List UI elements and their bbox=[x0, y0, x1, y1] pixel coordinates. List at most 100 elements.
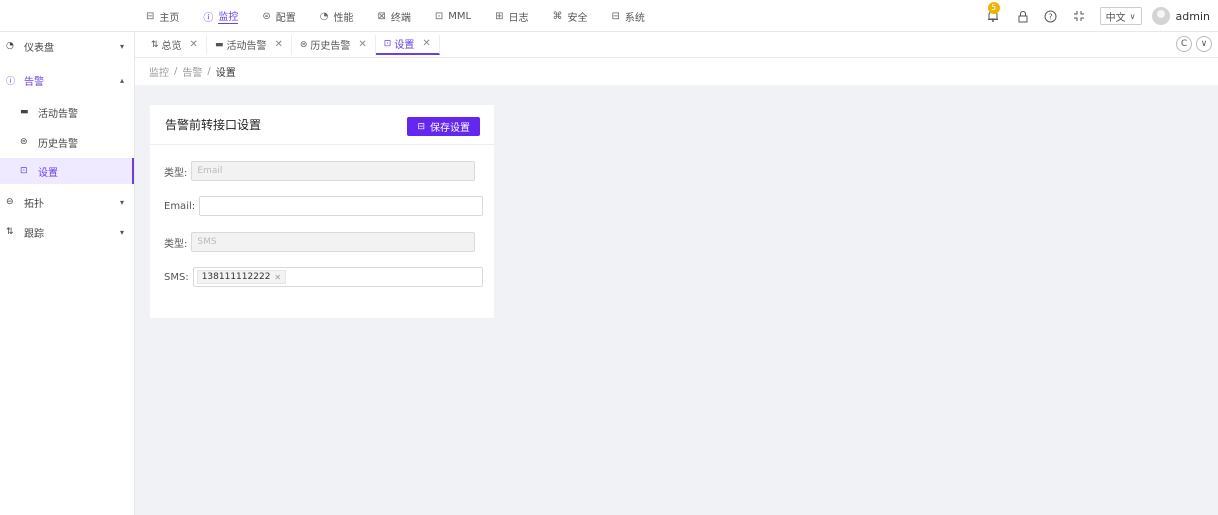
terminal-icon: ⊠ bbox=[377, 10, 386, 22]
sidebar-item-settings[interactable]: ⊡ 设置 bbox=[0, 158, 134, 184]
config-icon: ⊜ bbox=[262, 10, 271, 22]
tab-history-alarm[interactable]: ⊜ 历史告警 ✕ bbox=[292, 34, 376, 55]
nav-monitor-label: 监控 bbox=[218, 8, 239, 24]
save-icon: ⊟ bbox=[417, 121, 425, 132]
tab-active-alarm[interactable]: ▬ 活动告警 ✕ bbox=[207, 34, 292, 55]
security-icon: ⌘ bbox=[552, 10, 563, 22]
sidebar-item-label: 告警 bbox=[24, 76, 44, 88]
tab-tools: C ∨ bbox=[1172, 36, 1212, 52]
home-icon: ⊟ bbox=[146, 10, 155, 22]
top-bar: ⊟ 主页 ⓘ 监控 ⊜ 配置 ◔ 性能 ⊠ 终端 ⊡ MML ⊞ 日志 ⌘ 安全 bbox=[0, 0, 1218, 32]
sms-tag-input[interactable]: 138111112222 ✕ bbox=[192, 267, 483, 287]
breadcrumb-separator: / bbox=[207, 66, 211, 77]
close-icon[interactable]: ✕ bbox=[274, 273, 281, 282]
sidebar-item-label: 跟踪 bbox=[24, 228, 44, 240]
username[interactable]: admin bbox=[1176, 10, 1210, 23]
trace-icon: ⇅ bbox=[6, 227, 14, 237]
sidebar-item-alarm[interactable]: ⓘ 告警 ▴ bbox=[0, 70, 134, 90]
tab-label: 历史告警 bbox=[310, 41, 351, 52]
performance-icon: ◔ bbox=[319, 10, 329, 22]
sms-row: SMS: 138111112222 ✕ bbox=[164, 267, 483, 287]
nav-system-label: 系统 bbox=[624, 12, 645, 24]
language-value: 中文 bbox=[1105, 12, 1126, 24]
nav-monitor[interactable]: ⓘ 监控 bbox=[203, 0, 239, 32]
topology-icon: ⊖ bbox=[6, 197, 14, 207]
chevron-down-icon: ▾ bbox=[119, 197, 124, 207]
sidebar-item-dashboard[interactable]: ◔ 仪表盘 ▾ bbox=[0, 36, 134, 56]
sidebar-item-topology[interactable]: ⊖ 拓扑 ▾ bbox=[0, 192, 134, 212]
nav-mml-label: MML bbox=[448, 10, 472, 22]
tab-bar: ⇅ 总览 ✕ ▬ 活动告警 ✕ ⊜ 历史告警 ✕ ⊡ 设置 ✕ C ∨ bbox=[135, 32, 1218, 58]
type-label: 类型: bbox=[164, 167, 188, 179]
sms-tag-value: 138111112222 bbox=[201, 272, 271, 282]
notification-badge: 5 bbox=[987, 2, 1000, 14]
email-row: Email: bbox=[164, 196, 484, 216]
fullscreen-icon[interactable] bbox=[1072, 9, 1086, 23]
breadcrumb-item[interactable]: 监控 bbox=[149, 64, 169, 79]
sidebar-item-label: 历史告警 bbox=[38, 138, 78, 150]
main-content: 告警前转接口设置 ⊟ 保存设置 类型: Email: 类型: SMS: 1381… bbox=[135, 85, 1218, 515]
nav-terminal[interactable]: ⊠ 终端 bbox=[378, 0, 411, 32]
nav-home[interactable]: ⊟ 主页 bbox=[146, 0, 179, 32]
mml-icon: ⊡ bbox=[434, 10, 444, 22]
save-settings-button[interactable]: ⊟ 保存设置 bbox=[407, 117, 480, 136]
tab-settings[interactable]: ⊡ 设置 ✕ bbox=[375, 34, 440, 55]
close-icon[interactable]: ✕ bbox=[274, 39, 282, 50]
sidebar-item-label: 仪表盘 bbox=[24, 42, 54, 54]
folder-icon: ▬ bbox=[214, 39, 224, 50]
nav-performance[interactable]: ◔ 性能 bbox=[320, 0, 354, 32]
nav-system[interactable]: ⊟ 系统 bbox=[612, 0, 645, 32]
sidebar-item-label: 活动告警 bbox=[38, 108, 78, 120]
sms-label: SMS: bbox=[164, 271, 189, 283]
sidebar-item-label: 设置 bbox=[38, 167, 58, 179]
refresh-icon[interactable]: C bbox=[1176, 36, 1192, 52]
chevron-up-icon: ▴ bbox=[119, 75, 124, 85]
email-field[interactable] bbox=[199, 196, 484, 216]
nav-log-label: 日志 bbox=[508, 12, 529, 24]
language-select[interactable]: 中文 ∨ bbox=[1099, 7, 1142, 25]
notification-bell[interactable]: 5 bbox=[984, 2, 1002, 25]
close-icon[interactable]: ✕ bbox=[358, 39, 366, 50]
breadcrumb-current: 设置 bbox=[215, 68, 236, 79]
nav-home-label: 主页 bbox=[159, 12, 180, 24]
save-settings-label: 保存设置 bbox=[430, 123, 470, 134]
tab-overview[interactable]: ⇅ 总览 ✕ bbox=[143, 34, 207, 55]
history-icon: ⊜ bbox=[299, 39, 308, 50]
chevron-down-icon: ∨ bbox=[1129, 11, 1136, 21]
sidebar-item-history-alarm[interactable]: ⊜ 历史告警 bbox=[0, 132, 134, 152]
sort-icon: ⇅ bbox=[151, 39, 159, 50]
lock-icon[interactable] bbox=[1016, 9, 1030, 23]
nav-security[interactable]: ⌘ 安全 bbox=[553, 0, 588, 32]
nav-security-label: 安全 bbox=[567, 12, 588, 24]
history-icon: ⊜ bbox=[20, 137, 28, 147]
top-right-tools: 5 ? 中文 ∨ admin bbox=[984, 0, 1210, 32]
nav-config[interactable]: ⊜ 配置 bbox=[262, 0, 295, 32]
settings-card: 告警前转接口设置 ⊟ 保存设置 类型: Email: 类型: SMS: 1381… bbox=[150, 105, 494, 318]
breadcrumb-item[interactable]: 告警 bbox=[182, 64, 202, 79]
breadcrumb-separator: / bbox=[174, 66, 178, 77]
sidebar-item-trace[interactable]: ⇅ 跟踪 ▾ bbox=[0, 222, 134, 242]
avatar[interactable] bbox=[1151, 7, 1170, 25]
close-icon[interactable]: ✕ bbox=[190, 39, 198, 50]
type-label: 类型: bbox=[164, 238, 188, 250]
svg-text:?: ? bbox=[1049, 12, 1053, 21]
type-sms-field bbox=[191, 232, 476, 252]
nav-mml[interactable]: ⊡ MML bbox=[435, 0, 471, 32]
alarm-icon: ⓘ bbox=[6, 76, 16, 87]
chevron-down-icon[interactable]: ∨ bbox=[1196, 36, 1212, 52]
type-email-field bbox=[191, 161, 476, 181]
help-icon[interactable]: ? bbox=[1044, 9, 1058, 23]
folder-icon: ▬ bbox=[20, 107, 29, 117]
nav-performance-label: 性能 bbox=[333, 12, 354, 24]
type-email-row: 类型: bbox=[164, 161, 476, 181]
system-icon: ⊟ bbox=[611, 10, 620, 22]
settings-icon: ⊡ bbox=[383, 38, 392, 49]
nav-log[interactable]: ⊞ 日志 bbox=[495, 0, 528, 32]
email-label: Email: bbox=[164, 200, 196, 212]
close-icon[interactable]: ✕ bbox=[422, 38, 430, 49]
dashboard-icon: ◔ bbox=[6, 41, 14, 51]
nav-config-label: 配置 bbox=[275, 12, 296, 24]
breadcrumb: 监控 / 告警 / 设置 bbox=[135, 58, 1218, 85]
sidebar-item-active-alarm[interactable]: ▬ 活动告警 bbox=[0, 102, 134, 122]
type-sms-row: 类型: bbox=[164, 232, 476, 252]
